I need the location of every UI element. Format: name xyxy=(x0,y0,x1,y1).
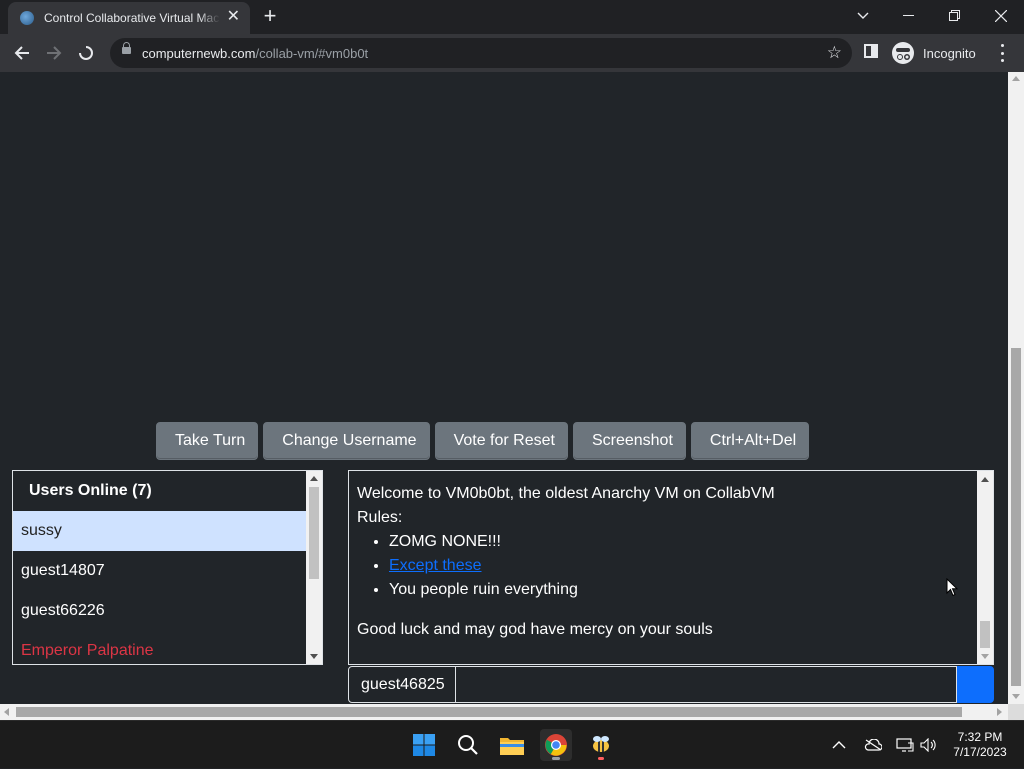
collabvm-page: Take Turn Change Username Vote for Reset… xyxy=(0,72,1008,704)
windows-logo-icon xyxy=(413,734,435,756)
lock-icon xyxy=(122,42,131,54)
ctrl-alt-del-button[interactable]: Ctrl+Alt+Del xyxy=(690,422,810,460)
scrollbar-corner xyxy=(1008,704,1024,720)
bee-app-icon xyxy=(593,736,609,752)
screenshot-button[interactable]: Screenshot xyxy=(572,422,686,460)
arrow-right-icon xyxy=(47,46,62,60)
browser-menu-button[interactable] xyxy=(996,44,1008,62)
forward-button[interactable] xyxy=(40,40,68,66)
change-username-label: Change Username xyxy=(282,432,417,449)
arrow-left-icon xyxy=(14,46,29,60)
vm-controls: Take Turn Change Username Vote for Reset… xyxy=(156,422,810,460)
rule-item: ZOMG NONE!!! xyxy=(389,530,967,554)
page-horizontal-scrollbar[interactable] xyxy=(0,704,1008,720)
except-these-link[interactable]: Except these xyxy=(389,557,482,574)
site-favicon-icon xyxy=(20,11,34,25)
volume-status[interactable] xyxy=(920,721,938,769)
mouse-cursor-icon xyxy=(946,578,958,597)
page-vertical-scrollbar[interactable] xyxy=(1008,72,1024,704)
speaker-icon xyxy=(920,738,936,752)
user-name: sussy xyxy=(21,522,62,539)
rule-item: Except these xyxy=(389,554,967,578)
file-explorer-button[interactable] xyxy=(496,729,528,761)
users-online-panel: Users Online (7) sussy guest14807 guest6… xyxy=(12,470,323,665)
users-online-header: Users Online (7) xyxy=(13,471,322,511)
tab-search-button[interactable] xyxy=(840,0,886,32)
chat-footer: Good luck and may god have mercy on your… xyxy=(357,621,713,638)
send-button[interactable] xyxy=(957,666,994,703)
chevron-up-icon xyxy=(832,741,846,749)
chrome-taskbar-button[interactable] xyxy=(540,729,572,761)
search-icon xyxy=(458,735,478,755)
close-window-button[interactable] xyxy=(978,0,1024,32)
show-hidden-icons-button[interactable] xyxy=(832,721,846,769)
incognito-icon xyxy=(892,42,914,64)
restore-button[interactable] xyxy=(932,0,978,32)
chat-scrollbar[interactable] xyxy=(977,471,993,664)
back-button[interactable] xyxy=(8,40,36,66)
network-status[interactable] xyxy=(896,721,914,769)
tab-strip: Control Collaborative Virtual Machines ✕… xyxy=(0,0,1024,34)
onedrive-status[interactable] xyxy=(864,721,882,769)
change-username-button[interactable]: Change Username xyxy=(263,422,430,460)
user-name: guest14807 xyxy=(21,562,105,579)
bookmark-star-icon[interactable]: ☆ xyxy=(827,43,842,63)
clock-date: 7/17/2023 xyxy=(953,745,1007,759)
user-name: guest66226 xyxy=(21,602,105,619)
take-turn-button[interactable]: Take Turn xyxy=(156,422,259,460)
chevron-down-icon xyxy=(857,12,869,19)
address-bar[interactable]: computernewb.com/collab-vm/#vm0b0t ☆ xyxy=(110,38,852,68)
cloud-offline-icon xyxy=(864,739,882,751)
chat-messages: Welcome to VM0b0bt, the oldest Anarchy V… xyxy=(357,482,967,642)
rules-list: ZOMG NONE!!! Except these You people rui… xyxy=(389,530,967,602)
loading-spinner-icon xyxy=(79,46,93,60)
tab-title: Control Collaborative Virtual Machines xyxy=(44,11,220,25)
incognito-label: Incognito xyxy=(923,45,976,61)
tab-close-icon[interactable]: ✕ xyxy=(227,9,240,25)
browser-tab[interactable]: Control Collaborative Virtual Machines ✕ xyxy=(8,2,250,34)
take-turn-label: Take Turn xyxy=(175,432,246,449)
username-display: guest46825 xyxy=(348,666,456,703)
ctrl-alt-del-label: Ctrl+Alt+Del xyxy=(709,432,797,449)
users-online-title: Users Online (7) xyxy=(29,482,152,499)
side-panel-icon[interactable] xyxy=(864,44,878,58)
url-text: computernewb.com/collab-vm/#vm0b0t xyxy=(142,46,369,61)
minimize-button[interactable] xyxy=(886,0,932,32)
chat-input-group: guest46825 xyxy=(348,666,994,703)
chat-panel: Welcome to VM0b0bt, the oldest Anarchy V… xyxy=(348,470,994,665)
folder-icon xyxy=(500,738,524,755)
browser-toolbar: computernewb.com/collab-vm/#vm0b0t ☆ Inc… xyxy=(0,34,1024,72)
minimize-icon xyxy=(903,15,914,16)
clock-time: 7:32 PM xyxy=(957,730,1003,744)
chat-message-input[interactable] xyxy=(456,666,957,703)
network-icon xyxy=(896,738,914,752)
rule-item: You people ruin everything xyxy=(389,578,967,602)
search-button[interactable] xyxy=(452,729,484,761)
vote-reset-label: Vote for Reset xyxy=(453,432,555,449)
restore-icon xyxy=(949,10,960,21)
pinned-app-button[interactable] xyxy=(585,729,617,761)
close-icon xyxy=(995,10,1007,22)
stop-loading-button[interactable] xyxy=(72,40,100,66)
user-row[interactable]: guest66226 xyxy=(13,591,307,631)
user-row[interactable]: sussy xyxy=(13,511,307,551)
incognito-indicator[interactable]: Incognito xyxy=(892,40,976,66)
user-row[interactable]: guest14807 xyxy=(13,551,307,591)
taskbar-clock[interactable]: 7:32 PM 7/17/2023 xyxy=(948,730,1012,760)
chrome-icon xyxy=(545,734,567,756)
chat-welcome: Welcome to VM0b0bt, the oldest Anarchy V… xyxy=(357,485,775,502)
user-name: Emperor Palpatine xyxy=(21,642,154,659)
vote-reset-button[interactable]: Vote for Reset xyxy=(434,422,568,460)
users-scrollbar[interactable] xyxy=(306,471,322,664)
windows-taskbar: 7:32 PM 7/17/2023 xyxy=(0,720,1024,768)
new-tab-button[interactable]: + xyxy=(258,5,282,29)
chat-rules-label: Rules: xyxy=(357,509,403,526)
user-row[interactable]: Emperor Palpatine xyxy=(13,631,307,664)
start-button[interactable] xyxy=(408,729,440,761)
screenshot-label: Screenshot xyxy=(591,432,673,449)
